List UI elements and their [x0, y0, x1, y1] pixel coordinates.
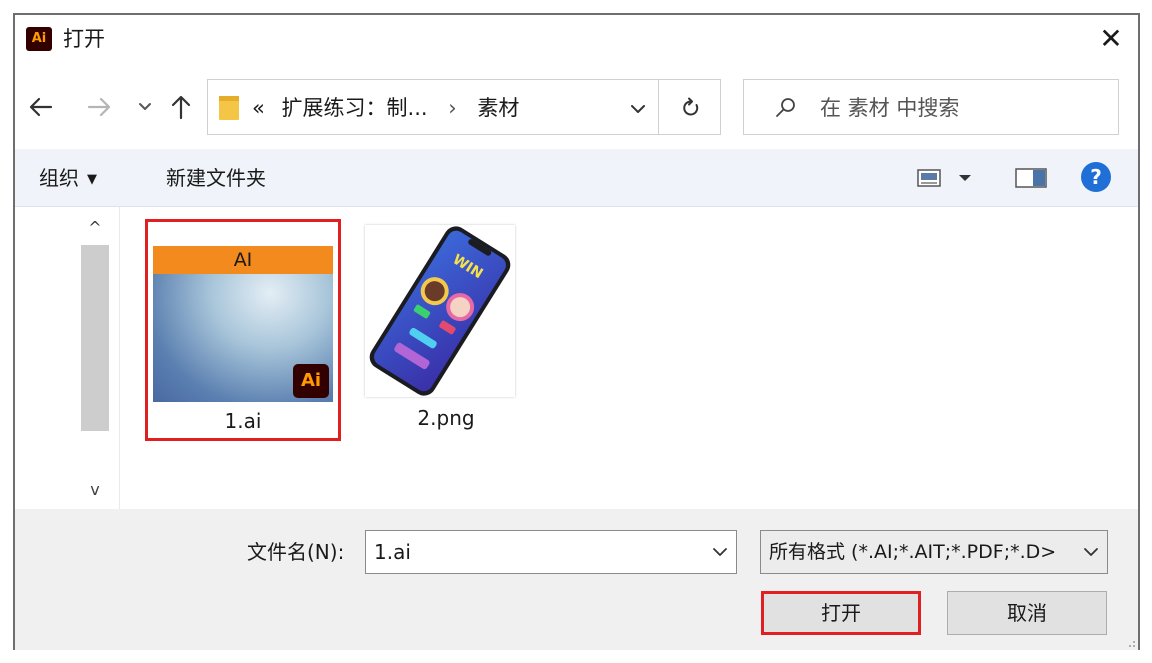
back-button[interactable] — [27, 93, 55, 121]
chevron-right-icon[interactable]: › — [434, 96, 470, 120]
file-name: 2.png — [417, 406, 475, 430]
file-type-filter-value: 所有格式 (*.AI;*.AIT;*.PDF;*.D> — [769, 541, 1057, 563]
close-button[interactable]: ✕ — [1094, 23, 1128, 57]
filename-label: 文件名(N): — [247, 540, 345, 564]
ai-thumbnail-banner: AI — [153, 246, 333, 274]
view-options-icon — [917, 169, 971, 187]
chevron-down-icon[interactable] — [710, 542, 730, 562]
smartphone-image: WIN — [369, 226, 511, 396]
preview-pane-button[interactable] — [1015, 167, 1047, 189]
breadcrumb: « 扩展练习：制... › 素材 — [252, 94, 519, 122]
navigation-pane: ^ v — [15, 207, 120, 509]
breadcrumb-item-current[interactable]: 素材 — [477, 96, 519, 120]
filename-input[interactable]: 1.ai — [365, 530, 737, 574]
organize-menu-button[interactable]: 组织 ▼ — [39, 164, 97, 196]
file-type-filter-select[interactable]: 所有格式 (*.AI;*.AIT;*.PDF;*.D> — [760, 530, 1108, 574]
title-bar: Ai 打开 ✕ — [15, 15, 1138, 67]
arrow-right-icon — [87, 97, 111, 117]
new-folder-button[interactable]: 新建文件夹 — [166, 164, 266, 192]
chevron-down-icon — [139, 103, 151, 110]
file-item-1-ai[interactable]: AI Ai 1.ai — [145, 219, 341, 441]
address-bar[interactable]: « 扩展练习：制... › 素材 — [207, 79, 659, 135]
arrow-up-icon — [171, 95, 191, 120]
file-browser: ^ v AI Ai 1.ai WIN 2.png — [15, 207, 1138, 509]
illustrator-badge-icon: Ai — [293, 364, 329, 398]
scroll-down-icon[interactable]: v — [81, 475, 109, 505]
cancel-button[interactable]: 取消 — [947, 591, 1107, 635]
illustrator-app-icon: Ai — [26, 27, 52, 51]
navigation-bar: « 扩展练习：制... › 素材 在 素材 中搜索 — [15, 67, 1138, 149]
folder-icon — [219, 96, 239, 120]
preview-pane-icon — [1015, 168, 1047, 188]
search-placeholder: 在 素材 中搜索 — [820, 96, 960, 120]
organize-label: 组织 — [39, 166, 79, 190]
refresh-button[interactable] — [659, 79, 721, 135]
help-button[interactable]: ? — [1081, 162, 1111, 192]
dialog-footer: 文件名(N): 1.ai 所有格式 (*.AI;*.AIT;*.PDF;*.D>… — [15, 509, 1138, 650]
filename-value[interactable]: 1.ai — [374, 539, 411, 565]
breadcrumb-overflow[interactable]: « — [252, 96, 265, 120]
navigation-pane-scrollbar[interactable]: ^ v — [81, 213, 109, 503]
arrow-left-icon — [29, 97, 53, 117]
refresh-icon — [683, 97, 699, 116]
up-button[interactable] — [167, 93, 195, 121]
caret-down-icon: ▼ — [87, 172, 97, 187]
ai-file-thumbnail: AI Ai — [153, 246, 333, 402]
scroll-up-icon[interactable]: ^ — [81, 213, 109, 243]
png-file-thumbnail: WIN — [365, 225, 515, 397]
forward-button[interactable] — [85, 93, 113, 121]
scrollbar-thumb[interactable] — [81, 245, 109, 431]
change-view-button[interactable] — [917, 167, 979, 189]
breadcrumb-item-parent[interactable]: 扩展练习：制... — [282, 96, 428, 120]
chevron-down-icon[interactable] — [628, 99, 648, 119]
search-icon — [776, 98, 795, 117]
file-item-2-png[interactable]: WIN 2.png — [361, 222, 531, 444]
chevron-down-icon[interactable] — [1081, 542, 1101, 562]
search-input[interactable]: 在 素材 中搜索 — [743, 79, 1119, 135]
file-name: 1.ai — [224, 409, 262, 433]
open-file-dialog: Ai 打开 ✕ « 扩展练习：制... › 素材 在 素材 中搜索 组织 ▼ 新… — [13, 13, 1140, 650]
dialog-title: 打开 — [63, 27, 105, 51]
resize-grip-icon[interactable] — [1126, 638, 1136, 648]
recent-locations-button[interactable] — [135, 93, 155, 121]
command-toolbar: 组织 ▼ 新建文件夹 ? — [15, 149, 1138, 207]
open-button[interactable]: 打开 — [761, 591, 921, 635]
